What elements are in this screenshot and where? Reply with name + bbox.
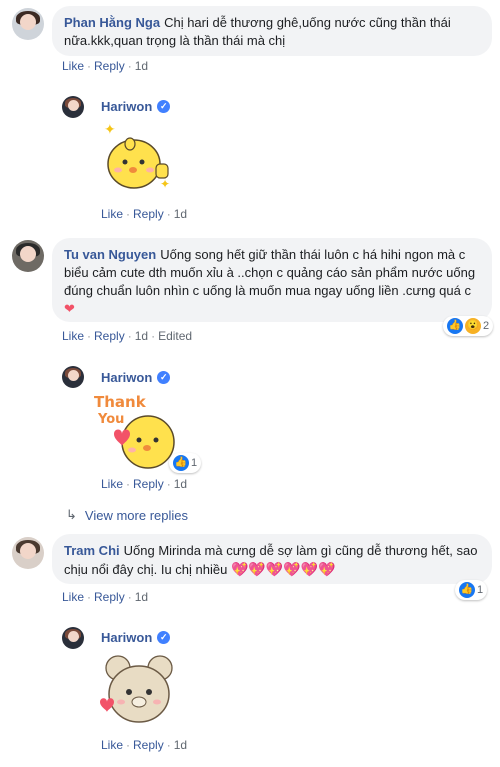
svg-text:✦: ✦ xyxy=(160,177,170,191)
comment-actions: Like · Reply · 1d xyxy=(62,59,149,73)
avatar[interactable] xyxy=(12,8,44,40)
reply-actions: Like · Reply · 1d xyxy=(101,738,188,752)
reaction-count: 1 xyxy=(477,584,484,596)
reply-actions: Like · Reply · 1d xyxy=(101,477,188,491)
timestamp[interactable]: 1d xyxy=(135,329,148,343)
like-reaction-icon: 👍 xyxy=(173,455,189,471)
sticker-text: You xyxy=(97,412,124,427)
reaction-summary[interactable]: 👍 😮 2 xyxy=(443,316,494,336)
avatar[interactable] xyxy=(62,366,84,388)
heart-emoji: ❤ xyxy=(64,301,75,316)
like-link[interactable]: Like xyxy=(101,477,123,491)
avatar[interactable] xyxy=(62,96,84,118)
verified-check-icon: ✓ xyxy=(157,631,171,644)
like-link[interactable]: Like xyxy=(62,59,84,73)
like-link[interactable]: Like xyxy=(62,329,84,343)
verified-check-icon: ✓ xyxy=(157,371,171,384)
timestamp[interactable]: 1d xyxy=(174,738,187,752)
avatar[interactable] xyxy=(12,537,44,569)
timestamp[interactable]: 1d xyxy=(174,207,187,221)
like-reaction-icon: 👍 xyxy=(459,582,475,598)
reply-link[interactable]: Reply xyxy=(94,590,125,604)
heart-emoji-row: 💖💖💖💖💖💖 xyxy=(230,561,336,577)
edited-label[interactable]: Edited xyxy=(158,329,192,343)
like-link[interactable]: Like xyxy=(62,590,84,604)
comment-author[interactable]: Tu van Nguyen xyxy=(64,247,156,262)
chick-thumbs-up-sticker: ✦ ✦ xyxy=(104,122,170,191)
avatar[interactable] xyxy=(12,240,44,272)
sticker-text: Thank xyxy=(94,393,147,411)
reply-author[interactable]: Hariwon ✓ xyxy=(101,370,171,385)
reply-actions: Like · Reply · 1d xyxy=(101,207,188,221)
wow-reaction-icon: 😮 xyxy=(465,318,481,334)
timestamp[interactable]: 1d xyxy=(174,477,187,491)
view-more-replies[interactable]: ↳ View more replies xyxy=(66,507,188,523)
timestamp[interactable]: 1d xyxy=(135,590,148,604)
reaction-summary[interactable]: 👍 1 xyxy=(455,580,488,600)
reply-link[interactable]: Reply xyxy=(94,59,125,73)
reply-link[interactable]: Reply xyxy=(94,329,125,343)
reply-link[interactable]: Reply xyxy=(133,738,164,752)
reply-arrow-icon: ↳ xyxy=(66,507,77,522)
comment-actions: Like · Reply · 1d xyxy=(62,590,149,604)
reaction-count: 2 xyxy=(483,320,490,332)
reply-author[interactable]: Hariwon ✓ xyxy=(101,99,171,114)
reply-author[interactable]: Hariwon ✓ xyxy=(101,630,171,645)
avatar[interactable] xyxy=(62,627,84,649)
comment-actions: Like · Reply · 1d · Edited xyxy=(62,329,193,343)
svg-text:✦: ✦ xyxy=(104,122,116,138)
comment-author[interactable]: Tram Chi xyxy=(64,543,120,558)
timestamp[interactable]: 1d xyxy=(135,59,148,73)
comment-bubble: Tram Chi Uống Mirinda mà cưng dễ sợ làm g… xyxy=(52,534,492,584)
bear-heart-sticker xyxy=(100,655,173,723)
comment-bubble: Tu van Nguyen Uống song hết giữ thần thái… xyxy=(52,238,492,322)
reply-link[interactable]: Reply xyxy=(133,207,164,221)
reaction-summary[interactable]: 👍 1 xyxy=(169,453,202,473)
reply-link[interactable]: Reply xyxy=(133,477,164,491)
comment-author[interactable]: Phan Hằng Nga xyxy=(64,15,160,30)
reaction-count: 1 xyxy=(191,457,198,469)
comment-bubble: Phan Hằng Nga Chị hari dễ thương ghê,uống… xyxy=(52,6,492,56)
verified-check-icon: ✓ xyxy=(157,100,171,113)
like-link[interactable]: Like xyxy=(101,207,123,221)
like-link[interactable]: Like xyxy=(101,738,123,752)
like-reaction-icon: 👍 xyxy=(447,318,463,334)
